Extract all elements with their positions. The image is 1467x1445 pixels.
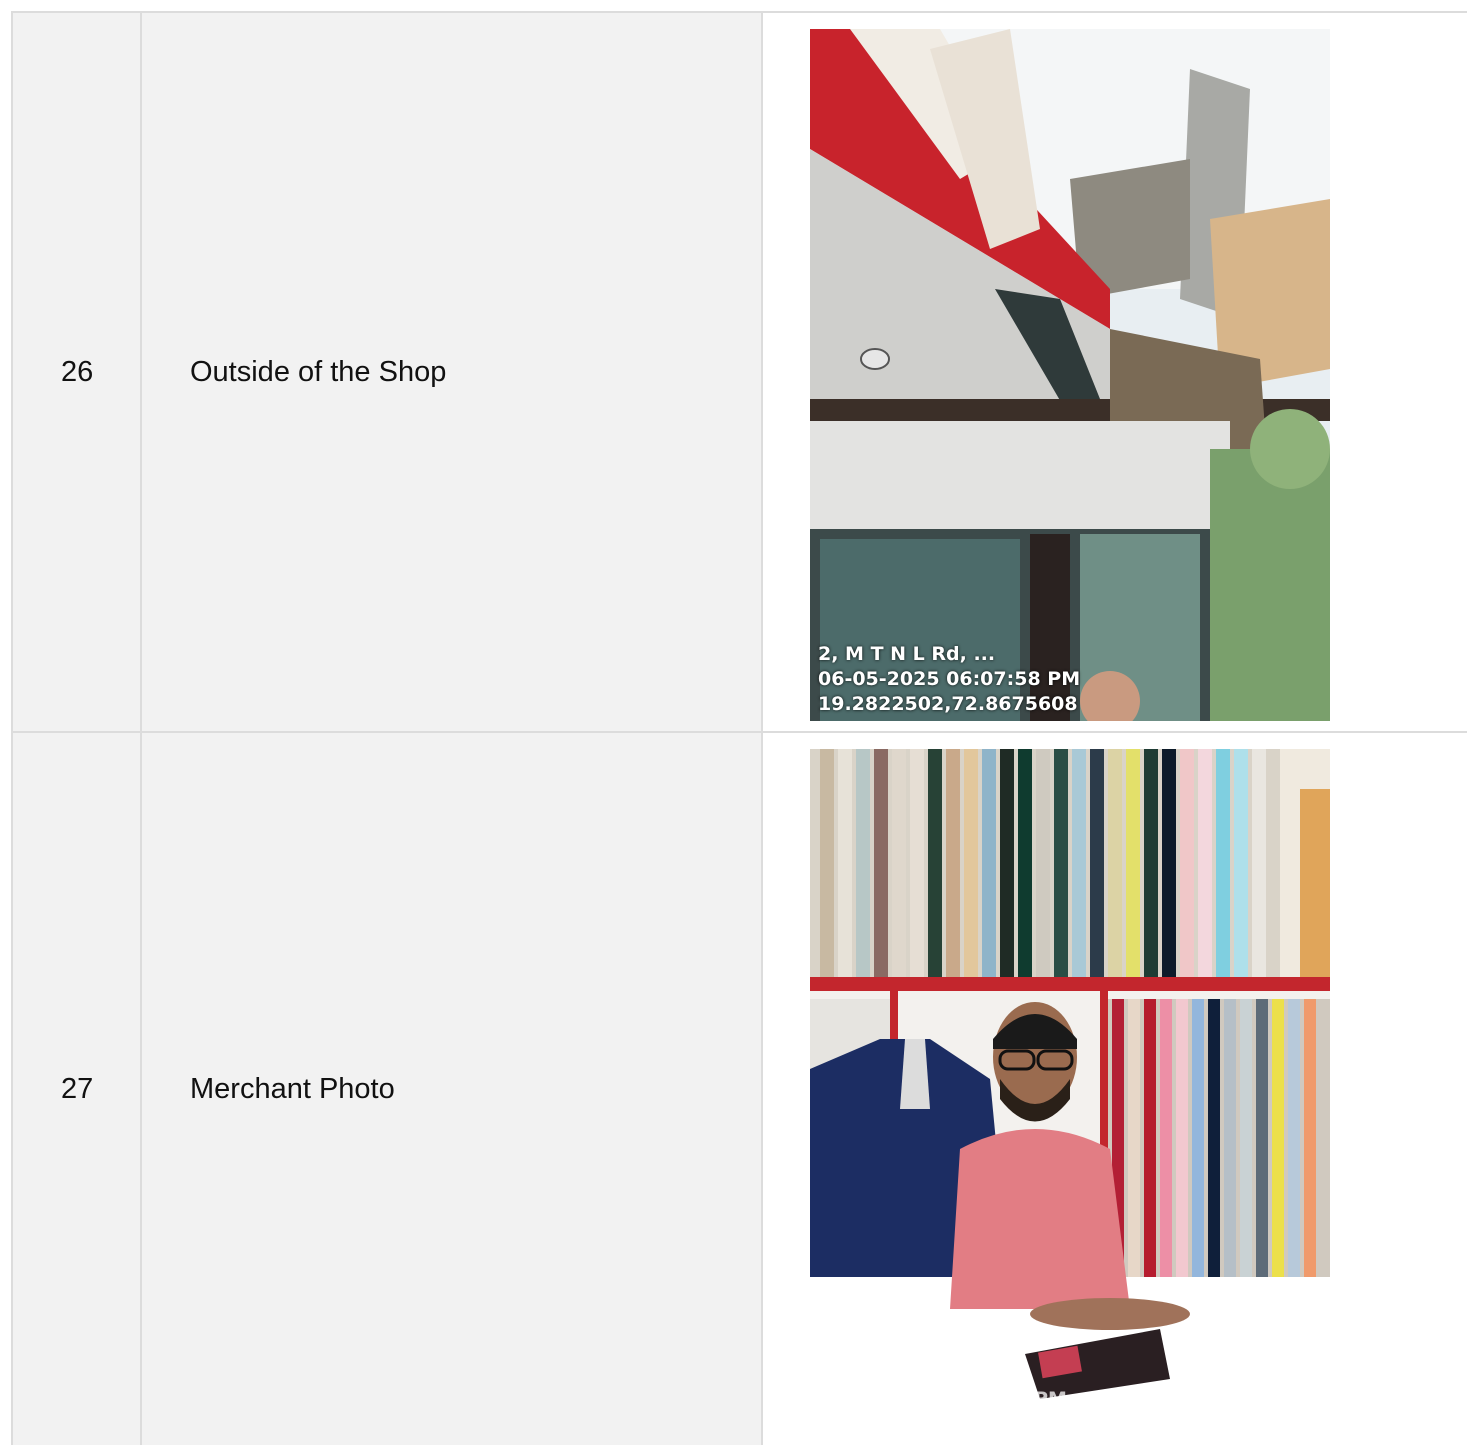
shop-exterior-illustration: [810, 29, 1330, 721]
stamp-address: 2, M T N L Rd, ...: [818, 643, 996, 665]
stamp-coordinates: 19.2822502,72.8675608: [818, 693, 1078, 715]
row-label: Merchant Photo: [142, 733, 763, 1445]
shop-exterior-photo[interactable]: 2, M T N L Rd, ... 06-05-2025 06:07:58 PM…: [810, 29, 1330, 721]
row-number: 27: [13, 733, 142, 1445]
merchant-photo[interactable]: 2, M T N L Rd, ... 06-05-2025 06:07: PM 19…: [810, 749, 1330, 1441]
stamp-coordinates: 19.2822651,72.: [818, 1413, 986, 1435]
stamp-datetime: 06-05-2025 06:07:58 PM: [818, 668, 1081, 690]
photo-timestamp-overlay: 2, M T N L Rd, ... 06-05-2025 06:07:58 PM…: [818, 642, 1080, 717]
table-row: 26 Outside of the Shop 2, M T N L Rd, ..…: [13, 13, 1467, 733]
photo-cell: 2, M T N L Rd, ... 06-05-2025 06:07: PM 19…: [763, 733, 1467, 1445]
stamp-datetime: 06-05-2025 06:07: PM: [818, 1388, 1067, 1410]
stamp-address: 2, M T N L Rd, ...: [818, 1363, 996, 1385]
table-row: 27 Merchant Photo 2, M T N L Rd, ... 06-…: [13, 733, 1467, 1445]
row-number: 26: [13, 13, 142, 731]
photo-cell: 2, M T N L Rd, ... 06-05-2025 06:07:58 PM…: [763, 13, 1467, 731]
fabric-rolls-top: [810, 749, 1330, 989]
row-label: Outside of the Shop: [142, 13, 763, 731]
merchant-illustration: [810, 749, 1330, 1441]
photo-table: 26 Outside of the Shop 2, M T N L Rd, ..…: [11, 11, 1467, 1445]
photo-timestamp-overlay: 2, M T N L Rd, ... 06-05-2025 06:07: PM 19…: [818, 1362, 1067, 1437]
